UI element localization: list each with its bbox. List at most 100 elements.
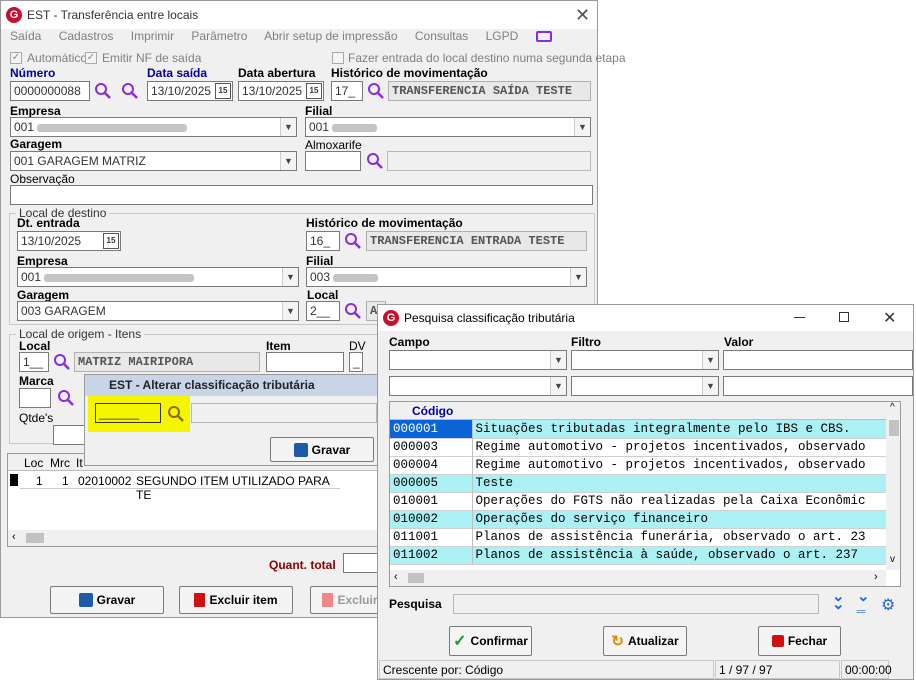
marca-field[interactable] (19, 388, 51, 408)
scroll-thumb[interactable] (889, 420, 899, 436)
classificacao-code-field[interactable]: ______ (95, 403, 161, 423)
gravar-button[interactable]: Gravar (50, 586, 164, 614)
menu-consultas[interactable]: Consultas (415, 29, 468, 43)
chevron-down-icon[interactable]: ▼ (550, 351, 566, 369)
chevron-down-icon[interactable]: ▼ (282, 268, 298, 286)
garagem-select[interactable]: 001 GARAGEM MATRIZ ▼ (10, 151, 297, 171)
cell-code: 000003 (390, 438, 473, 456)
calendar-icon[interactable]: 15 (215, 83, 231, 99)
menu-parametro[interactable]: Parâmetro (191, 29, 247, 43)
search-icon[interactable] (94, 82, 112, 100)
filtro-select-1[interactable]: ▼ (571, 350, 719, 370)
search-icon[interactable] (366, 152, 384, 170)
search-icon[interactable] (167, 405, 185, 423)
chevron-down-icon[interactable]: ▼ (702, 377, 718, 395)
confirmar-button[interactable]: ✓ Confirmar (449, 626, 532, 656)
chevron-up-icon[interactable]: ^ (890, 402, 895, 413)
item-field[interactable] (266, 352, 344, 372)
chevron-left-icon[interactable]: ‹ (12, 531, 16, 543)
vertical-scrollbar[interactable]: ^ v (886, 402, 900, 570)
chevron-down-icon[interactable]: ▼ (574, 118, 590, 136)
chevron-down-icon[interactable]: ▼ (280, 118, 296, 136)
chevron-down-icon[interactable]: ▼ (550, 377, 566, 395)
quant-total-label: Quant. total (269, 558, 336, 572)
monitor-icon[interactable] (535, 31, 552, 43)
destino-garagem-select[interactable]: 003 GARAGEM ▼ (17, 301, 299, 321)
destino-historico-code-field[interactable]: 16_ (306, 231, 340, 251)
data-abertura-field[interactable]: 13/10/2025 15 (238, 81, 324, 101)
double-chevron-down-icon[interactable]: ⌄ ⌄ (832, 589, 845, 612)
table-row[interactable]: 010001 Operações do FGTS não realizadas p… (390, 492, 886, 510)
destino-local-code-field[interactable]: 2__ (306, 301, 340, 321)
gear-icon[interactable]: ⚙ (881, 595, 895, 615)
calendar-icon[interactable]: 15 (103, 233, 119, 249)
table-row[interactable]: 000004 Regime automotivo - projetos incen… (390, 456, 886, 474)
menu-abrir-setup[interactable]: Abrir setup de impressão (264, 29, 397, 43)
table-row[interactable]: 011001 Planos de assistência funerária, o… (390, 528, 886, 546)
chevron-down-icon[interactable]: ▼ (702, 351, 718, 369)
automatico-checkbox[interactable]: ✓ (10, 52, 22, 64)
dv-field[interactable]: _ (349, 352, 363, 372)
table-row[interactable]: 000001 Situações tributadas integralmente… (390, 420, 886, 438)
destino-empresa-select[interactable]: 001 ▼ (17, 267, 299, 287)
cell-code: 010002 (390, 510, 473, 528)
chevron-down-icon[interactable]: ▼ (282, 302, 298, 320)
valor-input-1[interactable] (723, 350, 913, 370)
table-row[interactable]: 010002 Operações do serviço financeiro (390, 510, 886, 528)
calendar-icon[interactable]: 15 (306, 83, 322, 99)
garagem-value: 001 GARAGEM MATRIZ (14, 154, 146, 168)
chevron-left-icon[interactable]: ‹ (394, 571, 398, 583)
campo-select-1[interactable]: ▼ (389, 350, 567, 370)
menu-lgpd[interactable]: LGPD (486, 29, 519, 43)
col-header-loc[interactable]: Loc (24, 456, 43, 470)
search-icon[interactable] (344, 302, 362, 320)
col-header-item[interactable]: It (76, 456, 83, 470)
menu-imprimir[interactable]: Imprimir (131, 29, 174, 43)
table-row[interactable]: 000005 Teste (390, 474, 886, 492)
emitir-nf-checkbox[interactable]: ✓ (85, 52, 97, 64)
search-icon[interactable] (367, 82, 385, 100)
table-row[interactable]: 011002 Planos de assistência à saúde, obs… (390, 546, 886, 564)
almoxarife-code-field[interactable] (305, 151, 361, 171)
alterar-gravar-button[interactable]: Gravar (270, 437, 374, 462)
atualizar-button[interactable]: ↻ Atualizar (603, 626, 687, 656)
empresa-select[interactable]: 001 ▼ (10, 117, 297, 137)
pesquisa-input[interactable] (453, 594, 819, 614)
filtro-select-2[interactable]: ▼ (571, 376, 719, 396)
col-header-codigo[interactable]: Código (412, 404, 453, 418)
historico-code-field[interactable]: 17_ (331, 81, 363, 101)
excluir-item-button[interactable]: Excluir item (179, 586, 293, 614)
chevron-down-icon[interactable]: ▼ (280, 152, 296, 170)
filial-select[interactable]: 001 ▼ (305, 117, 591, 137)
destino-filial-select[interactable]: 003 ▼ (306, 267, 587, 287)
menu-saida[interactable]: Saída (10, 29, 41, 43)
search-icon[interactable] (57, 389, 75, 407)
search-icon[interactable] (53, 353, 71, 371)
dt-entrada-field[interactable]: 13/10/2025 15 (17, 231, 121, 251)
fazer-entrada-checkbox[interactable] (332, 52, 344, 64)
horizontal-scrollbar[interactable]: ‹ › (390, 570, 886, 586)
numero-field[interactable]: 0000000088 (10, 81, 90, 101)
table-row[interactable]: 1 1 02010002 SEGUNDO ITEM UTILIZADO PARA… (20, 472, 340, 502)
chevron-down-icon[interactable]: ▼ (570, 268, 586, 286)
search-icon[interactable] (121, 82, 139, 100)
maximize-icon[interactable] (839, 312, 849, 322)
close-icon[interactable]: ✕ (883, 308, 896, 328)
col-header-mrc[interactable]: Mrc (50, 456, 70, 470)
scroll-thumb[interactable] (408, 573, 424, 583)
data-saida-field[interactable]: 13/10/2025 15 (147, 81, 233, 101)
fechar-button[interactable]: Fechar (758, 626, 841, 656)
close-icon[interactable]: ✕ (575, 5, 590, 26)
scroll-thumb[interactable] (26, 533, 44, 543)
table-row[interactable]: 000003 Regime automotivo - projetos incen… (390, 438, 886, 456)
campo-select-2[interactable]: ▼ (389, 376, 567, 396)
chevron-right-icon[interactable]: › (874, 571, 878, 583)
search-icon[interactable] (344, 232, 362, 250)
valor-input-2[interactable] (723, 376, 913, 396)
menu-cadastros[interactable]: Cadastros (59, 29, 114, 43)
origem-local-code-field[interactable]: 1__ (19, 352, 49, 372)
chevron-down-icon[interactable]: v (890, 554, 895, 565)
chevron-down-to-bottom-icon[interactable]: ⌄ ‗ (857, 589, 870, 612)
minimize-icon[interactable] (794, 317, 805, 318)
observacao-field[interactable] (10, 185, 593, 205)
